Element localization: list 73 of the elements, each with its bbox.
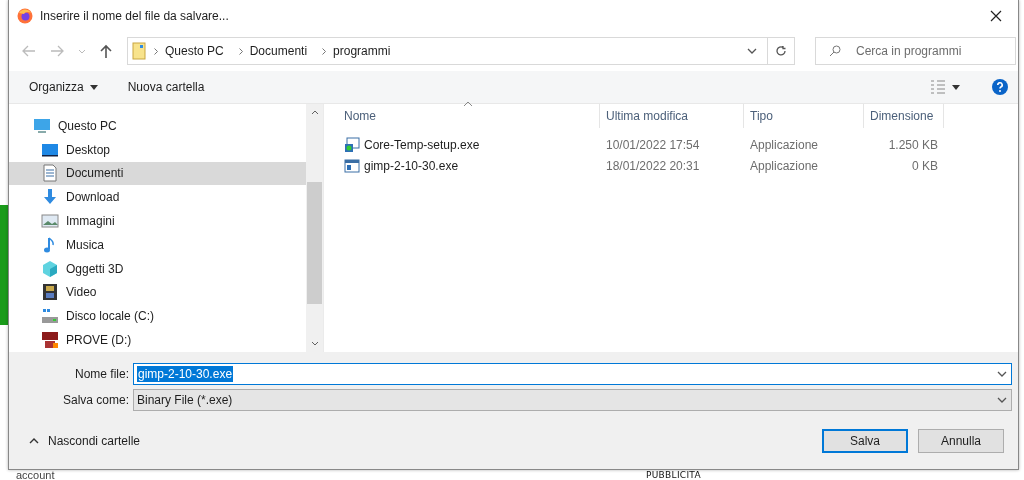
chevron-down-icon	[747, 48, 757, 54]
scrollbar[interactable]	[306, 104, 323, 352]
installer-icon	[344, 136, 360, 153]
nav-item[interactable]: Desktop	[9, 137, 306, 162]
file-row[interactable]: gimp-2-10-30.exe 18/01/2022 20:31 Applicazione 0 KB	[324, 155, 1018, 176]
table-cell-text: 18/01/2022 20:31	[605, 158, 701, 173]
breadcrumb[interactable]: programmi	[326, 44, 398, 58]
dropdown-triangle-icon	[952, 84, 960, 90]
organize-menu[interactable]: Organizza	[23, 76, 104, 98]
nav-item[interactable]: PROVE (D:)	[9, 328, 306, 352]
chevron-down-icon	[997, 397, 1007, 403]
table-cell-text: Applicazione	[749, 137, 820, 152]
browser-logo-icon	[17, 7, 33, 24]
forward-arrow-icon	[50, 45, 64, 57]
document-icon	[41, 164, 59, 183]
nav-item[interactable]: Immagini	[9, 209, 306, 233]
table-cell-text: 10/01/2022 17:54	[605, 137, 701, 152]
breadcrumb[interactable]: Documenti	[242, 44, 315, 58]
cube-icon	[41, 259, 59, 278]
scroll-down-icon	[310, 341, 319, 346]
file-row[interactable]: Core-Temp-setup.exe 10/01/2022 17:54 Applicazione 1.250 KB	[324, 134, 1018, 155]
column-header[interactable]: Tipo	[744, 104, 864, 128]
help-icon[interactable]	[992, 79, 1008, 95]
search-icon	[829, 45, 841, 57]
search-field[interactable]: Cerca in programmi	[815, 37, 1016, 65]
new-folder-button[interactable]: Nuova cartella	[121, 76, 211, 98]
back-arrow-icon	[22, 45, 36, 57]
dropdown-triangle-icon	[89, 84, 98, 90]
filename-field[interactable]: gimp-2-10-30.exe	[133, 363, 1012, 385]
page-text: PUBBLICITA	[646, 471, 701, 480]
image-icon	[41, 212, 59, 231]
computer-icon	[33, 116, 51, 135]
nav-item[interactable]: Oggetti 3D	[9, 256, 306, 281]
chevron-right-icon	[154, 47, 158, 55]
nav-item[interactable]: Disco locale (C:)	[9, 304, 306, 329]
page-text: account	[16, 471, 55, 480]
nav-item[interactable]: Musica	[9, 233, 306, 257]
nav-item[interactable]: Video	[9, 280, 306, 305]
refresh-icon	[775, 45, 787, 57]
address-bar[interactable]: Questo PC Documenti programmi	[127, 37, 795, 65]
film-icon	[41, 283, 59, 302]
chevron-up-icon	[29, 438, 39, 444]
field-label: Nome file:	[73, 367, 130, 381]
memory-card-icon	[41, 331, 59, 350]
file-type-dropdown[interactable]: Binary File (*.exe)	[133, 389, 1012, 411]
nav-item[interactable]: Documenti	[9, 161, 306, 186]
drive-icon	[41, 307, 59, 326]
folder-icon	[132, 42, 146, 60]
details-view-icon	[930, 80, 946, 94]
chevron-down-icon	[78, 48, 86, 54]
scroll-up-icon	[310, 110, 319, 115]
breadcrumb[interactable]: Questo PC	[158, 44, 231, 58]
chevron-down-icon	[997, 371, 1007, 377]
table-cell-text: 0 KB	[911, 158, 939, 173]
nav-item[interactable]: Download	[9, 185, 306, 210]
file-name: Core-Temp-setup.exe	[364, 137, 480, 152]
chevron-right-icon	[238, 47, 243, 55]
up-arrow-icon	[100, 44, 112, 58]
save-button[interactable]: Salva	[822, 429, 908, 453]
nav-item[interactable]: Questo PC	[9, 114, 306, 138]
table-cell-text: 1.250 KB	[887, 137, 939, 152]
field-label: Salva come:	[61, 393, 130, 407]
column-header[interactable]: Ultima modifica	[600, 104, 744, 128]
chevron-right-icon	[322, 47, 327, 55]
column-header[interactable]: Dimensione	[864, 104, 944, 128]
hide-folders-button[interactable]: Nascondi cartelle	[23, 433, 147, 449]
cancel-button[interactable]: Annulla	[918, 429, 1004, 453]
file-name: gimp-2-10-30.exe	[364, 158, 459, 173]
column-header[interactable]: Nome	[338, 104, 600, 128]
table-cell-text: Applicazione	[749, 158, 820, 173]
close-icon	[990, 9, 1002, 22]
application-icon	[344, 157, 360, 174]
window-title: Inserire il nome del file da salvare...	[40, 8, 230, 23]
